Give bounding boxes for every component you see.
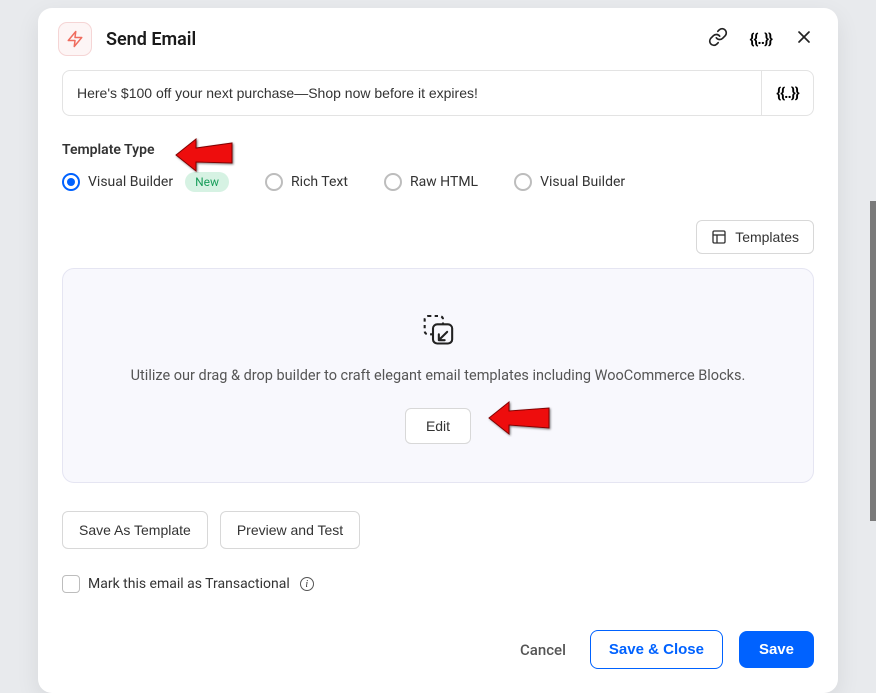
preview-test-button[interactable]: Preview and Test [220,511,360,549]
radio-label: Rich Text [291,174,348,190]
radio-visual-builder[interactable]: Visual Builder New [62,172,229,192]
edit-button[interactable]: Edit [405,408,471,444]
subject-field: {{..}} [62,70,814,116]
transactional-checkbox[interactable] [62,575,80,593]
modal-title: Send Email [106,29,708,50]
radio-icon [62,173,80,191]
subject-input[interactable] [63,71,761,115]
link-icon[interactable] [708,27,728,51]
templates-button[interactable]: Templates [696,220,814,254]
transactional-label: Mark this email as Transactional [88,576,290,592]
radio-icon [265,173,283,191]
radio-icon [514,173,532,191]
templates-button-label: Templates [735,229,799,245]
transactional-checkbox-row: Mark this email as Transactional i [62,575,814,593]
radio-label: Visual Builder [540,174,625,190]
radio-label: Visual Builder [88,174,173,190]
template-action-row: Save As Template Preview and Test [62,511,814,549]
smartcodes-icon[interactable]: {{..}} [750,30,772,48]
subject-smartcodes-button[interactable]: {{..}} [761,71,813,115]
radio-label: Raw HTML [410,174,478,190]
save-close-button[interactable]: Save & Close [590,630,723,669]
templates-button-row: Templates [62,220,814,254]
radio-visual-builder-2[interactable]: Visual Builder [514,173,625,191]
radio-rich-text[interactable]: Rich Text [265,173,348,191]
header-icons: {{..}} [708,27,814,51]
radio-icon [384,173,402,191]
radio-raw-html[interactable]: Raw HTML [384,173,478,191]
close-icon[interactable] [794,27,814,51]
cancel-button[interactable]: Cancel [512,631,574,669]
builder-icon [87,311,789,351]
scrollbar-thumb[interactable] [870,201,876,521]
send-email-modal: Send Email {{..}} {{..}} Template Type V… [38,8,838,693]
modal-body: {{..}} Template Type Visual Builder New … [38,70,838,612]
builder-description: Utilize our drag & drop builder to craft… [87,367,789,384]
builder-panel: Utilize our drag & drop builder to craft… [62,268,814,483]
annotation-arrow-1 [174,135,236,173]
save-as-template-button[interactable]: Save As Template [62,511,208,549]
template-type-options: Visual Builder New Rich Text Raw HTML Vi… [62,172,814,192]
modal-header: Send Email {{..}} [38,8,838,70]
info-icon[interactable]: i [300,577,314,591]
save-button[interactable]: Save [739,631,814,668]
new-badge: New [185,172,229,192]
bolt-icon [58,22,92,56]
modal-footer: Cancel Save & Close Save [38,612,838,693]
annotation-arrow-2 [487,399,553,437]
